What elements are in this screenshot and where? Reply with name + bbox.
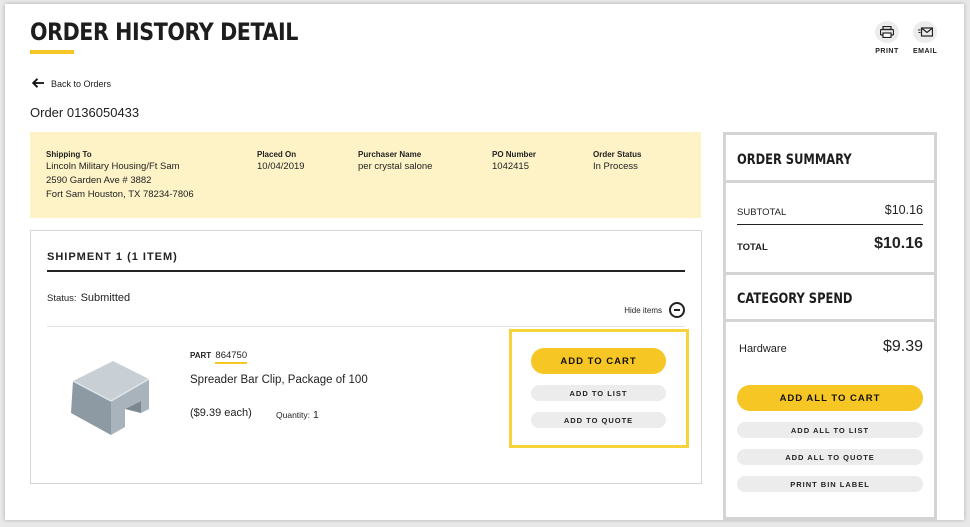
category-name: Hardware: [739, 343, 787, 355]
page-title: ORDER HISTORY DETAIL: [30, 18, 299, 46]
po-number-value: 1042415: [492, 161, 529, 172]
address-line3: Fort Sam Houston, TX 78234-7806: [46, 189, 194, 200]
print-label: PRINT: [875, 48, 899, 55]
email-label: EMAIL: [913, 48, 938, 55]
title-underline: [30, 50, 74, 54]
address-line1: Lincoln Military Housing/Ft Sam: [46, 161, 180, 172]
add-to-list-button[interactable]: ADD TO LIST: [531, 385, 666, 401]
page-frame: ORDER HISTORY DETAIL PRINT EMAIL Back to…: [5, 4, 964, 520]
part-number: PART 864750: [190, 350, 248, 364]
email-icon[interactable]: [913, 21, 937, 43]
subtotal-value: $10.16: [884, 203, 923, 217]
add-to-cart-button[interactable]: ADD TO CART: [531, 348, 666, 374]
category-amount: $9.39: [882, 338, 923, 355]
email-button[interactable]: EMAIL: [913, 21, 937, 55]
placed-on-value: 10/04/2019: [257, 161, 305, 172]
add-all-to-quote-button[interactable]: ADD ALL TO QUOTE: [737, 449, 923, 465]
summary-divider-3: [726, 319, 934, 322]
printer-icon[interactable]: [875, 21, 899, 43]
order-status-label: Order Status: [593, 150, 642, 159]
hide-items-toggle[interactable]: Hide items: [624, 302, 685, 318]
shipment-status: Status: Submitted: [47, 292, 130, 304]
summary-divider: [726, 180, 934, 183]
total-label: TOTAL: [737, 242, 768, 253]
add-to-quote-button[interactable]: ADD TO QUOTE: [531, 412, 666, 428]
item-divider: [47, 326, 685, 327]
subtotal-rule: [737, 224, 923, 225]
total-value: $10.16: [874, 235, 923, 252]
order-summary-title: ORDER SUMMARY: [737, 152, 852, 168]
back-to-orders-link[interactable]: Back to Orders: [31, 78, 112, 90]
minus-circle-icon[interactable]: [669, 302, 685, 318]
shipment-status-label: Status:: [47, 293, 77, 304]
order-summary-panel: ORDER SUMMARY SUBTOTAL $10.16 TOTAL $10.…: [723, 132, 937, 520]
purchaser-label: Purchaser Name: [358, 150, 422, 159]
product-image[interactable]: [65, 357, 153, 442]
order-status-value: In Process: [593, 161, 638, 172]
product-price: ($9.39 each): [190, 407, 252, 419]
add-all-to-list-button[interactable]: ADD ALL TO LIST: [737, 422, 923, 438]
quantity-label: Quantity:: [276, 410, 311, 420]
item-actions-highlight: ADD TO CART ADD TO LIST ADD TO QUOTE: [509, 329, 689, 448]
shipping-to-label: Shipping To: [46, 150, 92, 159]
shipment-divider: [47, 270, 685, 272]
category-spend-title: CATEGORY SPEND: [737, 291, 853, 307]
part-number-link[interactable]: 864750: [215, 350, 248, 364]
quantity: Quantity: 1: [276, 409, 319, 421]
purchaser-block: Purchaser Name per crystal salone: [358, 150, 432, 174]
product-name[interactable]: Spreader Bar Clip, Package of 100: [190, 374, 368, 386]
placed-on-label: Placed On: [257, 150, 297, 159]
arrow-left-icon: [31, 78, 44, 90]
shipment-card: SHIPMENT 1 (1 ITEM) Status: Submitted Hid…: [30, 230, 702, 484]
shipping-to-block: Shipping To Lincoln Military Housing/Ft …: [46, 150, 194, 202]
shipment-title: SHIPMENT 1 (1 ITEM): [47, 251, 178, 263]
subtotal-label: SUBTOTAL: [737, 207, 787, 218]
address-line2: 2590 Garden Ave # 3882: [46, 175, 152, 186]
print-button[interactable]: PRINT: [875, 21, 899, 55]
order-number: Order 0136050433: [30, 105, 140, 120]
print-bin-label-button[interactable]: PRINT BIN LABEL: [737, 476, 923, 492]
add-all-to-cart-button[interactable]: ADD ALL TO CART: [737, 385, 923, 411]
purchaser-value: per crystal salone: [358, 161, 433, 172]
back-to-orders-label: Back to Orders: [51, 79, 112, 89]
po-number-label: PO Number: [492, 150, 537, 159]
shipment-status-value: Submitted: [80, 292, 131, 304]
summary-divider-2: [726, 272, 934, 275]
shipping-info-panel: Shipping To Lincoln Military Housing/Ft …: [30, 132, 701, 218]
quantity-value: 1: [313, 409, 319, 421]
order-status-block: Order Status In Process: [593, 150, 641, 174]
po-number-block: PO Number 1042415: [492, 150, 536, 174]
placed-on-block: Placed On 10/04/2019: [257, 150, 305, 174]
hide-items-label: Hide items: [624, 305, 662, 315]
part-label: PART: [190, 351, 212, 360]
